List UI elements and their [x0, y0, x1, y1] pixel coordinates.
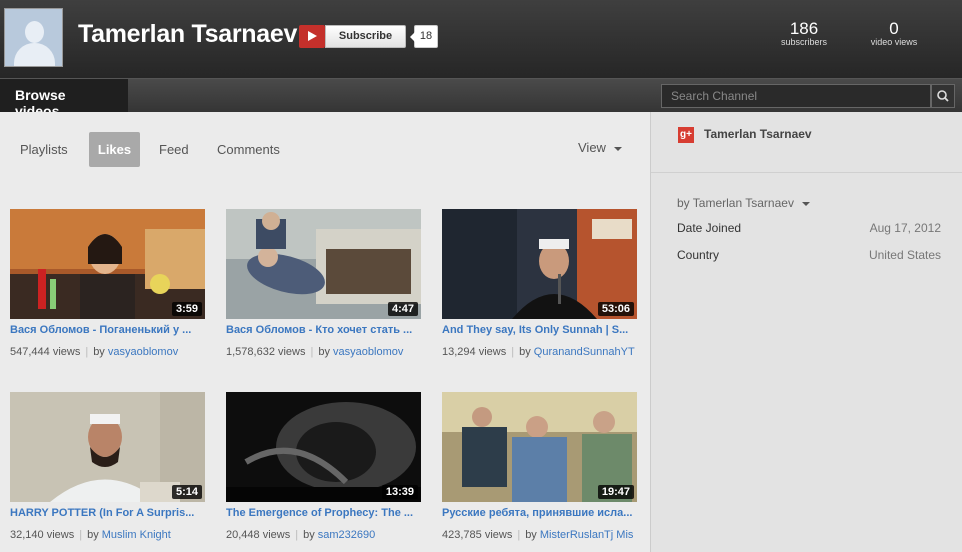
video-item: 5:14 HARRY POTTER (In For A Surpris... 3… — [10, 392, 205, 541]
search-icon — [937, 90, 949, 102]
video-item: 13:39 The Emergence of Prophecy: The ...… — [226, 392, 421, 541]
browse-videos-tab[interactable]: Browse videos — [0, 79, 128, 119]
video-thumbnail[interactable]: 19:47 — [442, 392, 637, 502]
video-views-count: 0 — [889, 19, 899, 38]
country-row: Country United States — [677, 248, 941, 262]
video-thumbnail[interactable]: 13:39 — [226, 392, 421, 502]
video-item: 4:47 Вася Обломов - Кто хочет стать ... … — [226, 209, 421, 358]
channel-sidebar: g+ Tamerlan Tsarnaev by Tamerlan Tsarnae… — [650, 112, 962, 552]
channel-header: Tamerlan Tsarnaev Subscribe 18 186 subsc… — [0, 0, 962, 78]
video-meta: 32,140 views | by Muslim Knight — [10, 529, 171, 541]
tab-playlists[interactable]: Playlists — [20, 132, 68, 167]
date-joined-label: Date Joined — [677, 221, 742, 235]
by-author-dropdown[interactable]: by Tamerlan Tsarnaev — [677, 196, 810, 210]
sidebar-channel-name[interactable]: Tamerlan Tsarnaev — [704, 127, 812, 141]
video-duration: 13:39 — [381, 485, 418, 499]
video-views: 423,785 views — [442, 529, 513, 541]
video-author-link[interactable]: MisterRuslanTj Mis — [540, 529, 634, 541]
chevron-down-icon — [801, 201, 810, 206]
subscribers-count: 186 — [789, 19, 819, 38]
video-author-link[interactable]: vasyaoblomov — [333, 346, 403, 358]
tab-comments[interactable]: Comments — [217, 132, 280, 167]
video-views: 547,444 views — [10, 346, 81, 358]
video-item: 19:47 Русские ребята, принявшие исла... … — [442, 392, 637, 541]
by-label: by — [525, 529, 537, 541]
subscribe-button[interactable]: Subscribe — [325, 25, 406, 48]
video-views: 20,448 views — [226, 529, 291, 541]
video-thumbnail[interactable]: 5:14 — [10, 392, 205, 502]
subscribers-label: subscribers — [780, 37, 827, 47]
video-author-link[interactable]: sam232690 — [318, 529, 376, 541]
channel-name: Tamerlan Tsarnaev — [78, 20, 298, 48]
video-duration: 3:59 — [171, 302, 202, 316]
date-joined-value: Aug 17, 2012 — [869, 221, 941, 235]
by-label: by — [519, 346, 531, 358]
video-author-link[interactable]: QuranandSunnahYT — [534, 346, 635, 358]
video-title[interactable]: Вася Обломов - Кто хочет стать ... — [226, 324, 421, 336]
video-views: 1,578,632 views — [226, 346, 306, 358]
video-title[interactable]: Русские ребята, принявшие исла... — [442, 507, 637, 519]
video-meta: 13,294 views | by QuranandSunnahYT — [442, 346, 635, 358]
search-channel-input[interactable] — [661, 84, 931, 108]
youtube-logo-icon — [299, 25, 325, 48]
video-thumbnail[interactable]: 53:06 — [442, 209, 637, 319]
date-joined-row: Date Joined Aug 17, 2012 — [677, 221, 941, 235]
country-value: United States — [868, 248, 941, 262]
country-label: Country — [677, 248, 720, 262]
channel-avatar[interactable] — [4, 8, 63, 67]
video-thumbnail[interactable]: 3:59 — [10, 209, 205, 319]
by-author-label: by Tamerlan Tsarnaev — [677, 196, 794, 210]
search-button[interactable] — [931, 84, 955, 108]
video-title[interactable]: HARRY POTTER (In For A Surpris... — [10, 507, 205, 519]
video-thumbnail[interactable]: 4:47 — [226, 209, 421, 319]
video-views-stat: 0 video views — [862, 20, 926, 48]
video-author-link[interactable]: vasyaoblomov — [108, 346, 178, 358]
video-meta: 20,448 views | by sam232690 — [226, 529, 376, 541]
by-label: by — [87, 529, 99, 541]
video-views: 32,140 views — [10, 529, 75, 541]
by-label: by — [318, 346, 330, 358]
video-meta: 1,578,632 views | by vasyaoblomov — [226, 346, 404, 358]
video-views-label: video views — [870, 37, 918, 47]
video-author-link[interactable]: Muslim Knight — [102, 529, 171, 541]
video-meta: 423,785 views | by MisterRuslanTj Mis — [442, 529, 634, 541]
video-duration: 53:06 — [597, 302, 634, 316]
tab-feed[interactable]: Feed — [159, 132, 189, 167]
video-title[interactable]: The Emergence of Prophecy: The ... — [226, 507, 421, 519]
video-item: 53:06 And They say, Its Only Sunnah | S.… — [442, 209, 637, 358]
view-dropdown[interactable]: View — [578, 140, 622, 155]
by-label: by — [93, 346, 105, 358]
google-plus-icon[interactable]: g+ — [678, 127, 694, 143]
tab-likes[interactable]: Likes — [89, 132, 140, 167]
channel-navbar: Browse videos — [0, 78, 962, 119]
video-duration: 19:47 — [597, 485, 634, 499]
video-title[interactable]: And They say, Its Only Sunnah | S... — [442, 324, 637, 336]
by-label: by — [303, 529, 315, 541]
video-duration: 5:14 — [171, 485, 202, 499]
view-dropdown-label: View — [578, 140, 606, 155]
video-views: 13,294 views — [442, 346, 507, 358]
video-title[interactable]: Вася Обломов - Поганенький у ... — [10, 324, 205, 336]
video-item: 3:59 Вася Обломов - Поганенький у ... 54… — [10, 209, 205, 358]
chevron-down-icon — [613, 146, 622, 151]
video-duration: 4:47 — [387, 302, 418, 316]
main-content: Playlists Likes Feed Comments View 3:59 … — [0, 112, 650, 552]
subscribe-count-badge: 18 — [410, 25, 438, 48]
video-meta: 547,444 views | by vasyaoblomov — [10, 346, 179, 358]
sidebar-divider — [651, 172, 962, 173]
subscribers-stat: 186 subscribers — [772, 20, 836, 48]
